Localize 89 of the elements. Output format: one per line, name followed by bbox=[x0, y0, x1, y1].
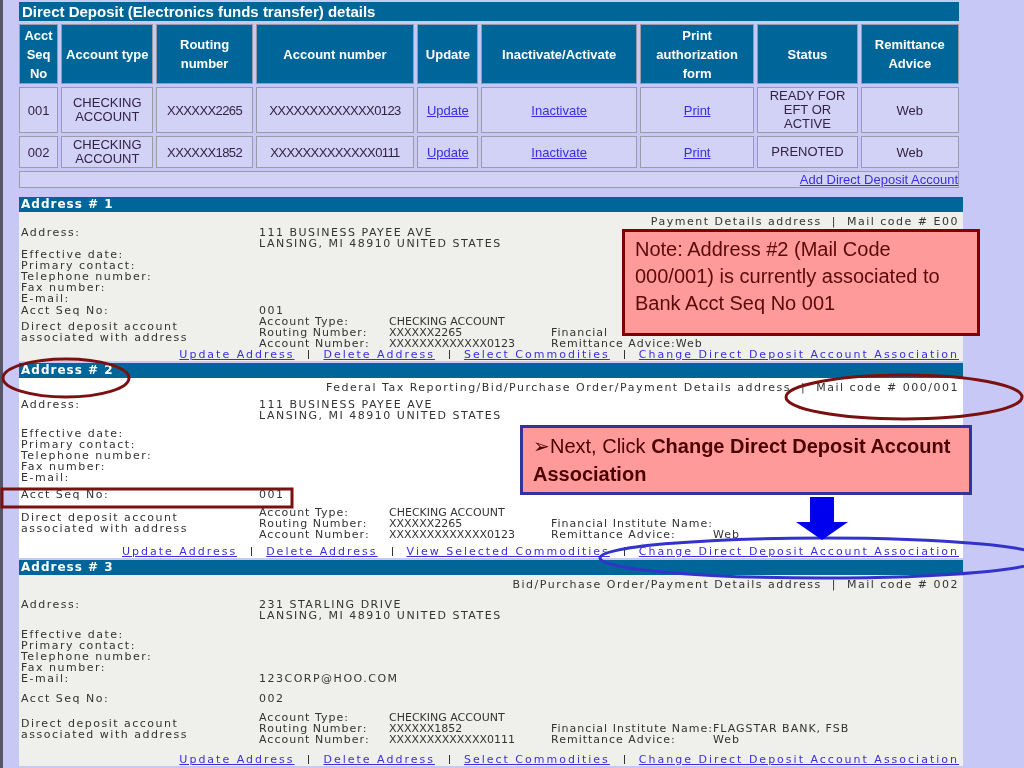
field-label: Fax number: bbox=[21, 662, 107, 674]
table-cell: Web bbox=[860, 136, 959, 168]
field-label: Acct Seq No: bbox=[21, 692, 111, 704]
table-cell: XXXXXX1852 bbox=[156, 136, 253, 168]
column-header: Status bbox=[757, 24, 858, 84]
field-label: Acct Seq No: bbox=[21, 489, 111, 501]
field-value: 001 bbox=[259, 304, 285, 316]
account-label: Financial Institute Name: bbox=[551, 517, 713, 529]
field-label: Effective date: bbox=[21, 629, 124, 641]
account-value: CHECKING ACCOUNT bbox=[389, 315, 506, 327]
account-label: Account Type: bbox=[259, 506, 349, 518]
column-header: Remittance Advice bbox=[860, 24, 959, 84]
field-label: Acct Seq No: bbox=[21, 304, 111, 316]
account-label: Account Number: bbox=[259, 337, 371, 349]
account-label: Routing Number: bbox=[259, 326, 369, 338]
field-label: Effective date: bbox=[21, 249, 124, 261]
address-type-text: Bid/Purchase Order/Payment Details address | Mail code # 002 bbox=[512, 579, 959, 590]
table-cell: READY FOR EFT OR ACTIVE bbox=[757, 87, 858, 133]
account-value: Web bbox=[713, 528, 740, 540]
field-label: Address: bbox=[21, 598, 82, 613]
account-label: Remittance Advice: bbox=[551, 734, 677, 746]
field-label: E-mail: bbox=[21, 673, 71, 685]
field-value: 111 BUSINESS PAYEE AVE bbox=[259, 227, 433, 239]
account-label: Account Number: bbox=[259, 528, 371, 540]
column-header: Update bbox=[417, 24, 479, 84]
field-value: 123CORP@HOO.COM bbox=[259, 673, 399, 685]
field-label: Fax number: bbox=[21, 282, 107, 294]
table-cell: CHECKING ACCOUNT bbox=[61, 87, 154, 133]
account-label: Routing Number: bbox=[259, 723, 369, 735]
table-cell: CHECKING ACCOUNT bbox=[61, 136, 154, 168]
column-header: Acct Seq No bbox=[19, 24, 59, 84]
account-label: Financial bbox=[551, 326, 610, 338]
table-cell: Web bbox=[860, 87, 959, 133]
account-value: XXXXXXXXXXXXX0111 bbox=[389, 734, 516, 746]
field-value: 001 bbox=[259, 489, 285, 501]
field-label: E-mail: bbox=[21, 471, 71, 483]
account-value: FLAGSTAR BANK, FSB bbox=[713, 723, 850, 735]
field-label: Address: bbox=[21, 399, 82, 414]
column-header: Routing number bbox=[156, 24, 253, 84]
table-cell: XXXXXX2265 bbox=[156, 87, 253, 133]
account-label: Routing Number: bbox=[259, 517, 369, 529]
table-cell: XXXXXXXXXXXXX0123 bbox=[255, 87, 415, 133]
field-label: Direct deposit account associated with address bbox=[21, 321, 189, 344]
account-value: XXXXXX2265 bbox=[389, 517, 464, 529]
account-label: Financial Institute Name: bbox=[551, 723, 713, 735]
table-cell: 001 bbox=[19, 87, 59, 133]
account-value: CHECKING ACCOUNT bbox=[389, 506, 506, 518]
field-label: E-mail: bbox=[21, 293, 71, 305]
field-value: 002 bbox=[259, 692, 285, 704]
address-type-text: Payment Details address | Mail code # E00 bbox=[650, 216, 959, 227]
account-label: Remittance Advice: bbox=[551, 337, 676, 349]
field-value: 231 STARLING DRIVE bbox=[259, 598, 402, 610]
column-header: Inactivate/Activate bbox=[481, 24, 637, 84]
account-value: XXXXXX2265 bbox=[389, 326, 464, 338]
field-label: Effective date: bbox=[21, 427, 125, 439]
account-label: Account Number: bbox=[259, 734, 371, 746]
table-title: Direct Deposit (Electronics funds transfer) details bbox=[19, 2, 959, 21]
section-header: Address # 2 bbox=[19, 363, 963, 378]
account-value: XXXXXXXXXXXXX0123 bbox=[389, 337, 516, 349]
column-header: Account type bbox=[61, 24, 154, 84]
instruction-callout: ➢Next, Click Change Direct Deposit Account Association bbox=[520, 425, 972, 495]
field-label: Direct deposit account associated with address bbox=[21, 717, 189, 740]
field-label: Address: bbox=[21, 227, 82, 242]
section-header: Address # 3 bbox=[19, 560, 963, 575]
table-cell: 002 bbox=[19, 136, 59, 168]
account-value: CHECKING ACCOUNT bbox=[389, 712, 506, 724]
account-value: XXXXXXXXXXXXX0123 bbox=[389, 528, 516, 540]
field-label: Telephone number: bbox=[21, 651, 154, 663]
field-value: LANSING, MI 48910 UNITED STATES bbox=[259, 238, 502, 250]
table-cell: XXXXXXXXXXXXX0111 bbox=[255, 136, 415, 168]
account-value: Web bbox=[675, 337, 703, 349]
column-header: Account number bbox=[255, 24, 415, 84]
field-value: LANSING, MI 48910 UNITED STATES bbox=[259, 410, 502, 422]
account-value: XXXXXX1852 bbox=[389, 723, 463, 735]
section-header: Address # 1 bbox=[19, 197, 963, 212]
note-callout: Note: Address #2 (Mail Code 000/001) is currently associated to Bank Acct Seq No 001 bbox=[622, 229, 980, 336]
field-label: Direct deposit account associated with address bbox=[21, 512, 189, 535]
field-value: 111 BUSINESS PAYEE AVE bbox=[259, 399, 433, 411]
column-header: Print authorization form bbox=[639, 24, 755, 84]
account-value: Web bbox=[713, 734, 741, 746]
field-label: Telephone number: bbox=[21, 271, 154, 283]
field-value: LANSING, MI 48910 UNITED STATES bbox=[259, 609, 502, 621]
account-label: Account Type: bbox=[259, 315, 349, 327]
field-label: Primary contact: bbox=[21, 640, 136, 652]
field-label: Primary contact: bbox=[21, 260, 136, 272]
account-label: Account Type: bbox=[259, 712, 349, 724]
account-label: Remittance Advice: bbox=[551, 528, 677, 540]
table-cell: PRENOTED bbox=[757, 136, 858, 168]
field-label: Primary contact: bbox=[21, 438, 136, 450]
